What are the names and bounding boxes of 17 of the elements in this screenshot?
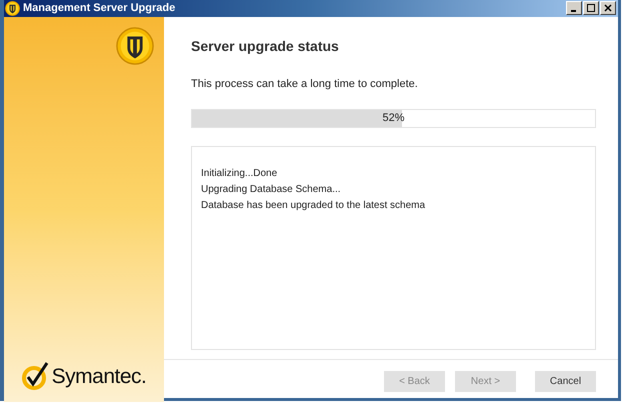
close-button[interactable] <box>600 1 616 16</box>
brand-name: Symantec. <box>52 364 146 390</box>
log-line: Initializing...Done <box>201 167 278 181</box>
progress-percent: 52% <box>381 111 406 126</box>
dialog-button[interactable]: Cancel <box>535 370 596 392</box>
minimize-button[interactable] <box>566 1 582 16</box>
log-line: Database has been upgraded to the latest schema <box>201 199 426 213</box>
maximize-button[interactable] <box>583 1 599 16</box>
checkmark-logo-icon <box>22 361 50 392</box>
maximize-icon <box>587 4 595 12</box>
shield-logo-icon <box>116 26 154 64</box>
close-icon <box>604 4 612 12</box>
shield-icon <box>5 0 20 16</box>
window-title: Management Server Upgrade <box>23 1 176 16</box>
page-heading: Server upgrade status <box>191 36 340 56</box>
description-text: This process can take a long time to complete. <box>191 76 419 92</box>
log-line: Upgrading Database Schema... <box>201 183 342 197</box>
